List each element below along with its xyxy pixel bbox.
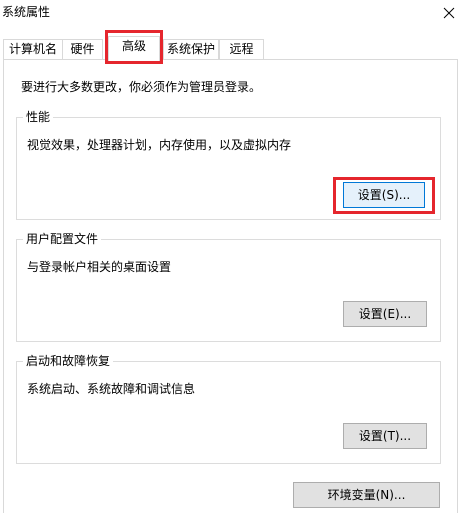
window-title: 系统属性 (2, 5, 51, 19)
environment-variables-button[interactable]: 环境变量(N)... (293, 482, 440, 508)
close-icon (443, 7, 455, 19)
close-button[interactable] (436, 2, 462, 24)
admin-note: 要进行大多数更改，你必须作为管理员登录。 (21, 80, 262, 94)
performance-settings-button[interactable]: 设置(S)... (343, 182, 425, 208)
tab-system-protection[interactable]: 系统保护 (163, 39, 219, 59)
user-profiles-description: 与登录帐户相关的桌面设置 (27, 260, 172, 274)
tab-computer-name[interactable]: 计算机名 (3, 39, 63, 59)
tab-hardware[interactable]: 硬件 (62, 39, 103, 59)
tab-remote[interactable]: 远程 (219, 39, 264, 59)
startup-recovery-settings-button[interactable]: 设置(T)... (343, 423, 427, 449)
title-bar: 系统属性 (0, 0, 470, 28)
startup-recovery-title: 启动和故障恢复 (23, 353, 114, 369)
user-profiles-settings-button[interactable]: 设置(E)... (343, 301, 427, 327)
user-profiles-title: 用户配置文件 (23, 231, 102, 247)
startup-recovery-description: 系统启动、系统故障和调试信息 (27, 382, 196, 396)
tab-advanced[interactable]: 高级 (108, 36, 160, 61)
tab-strip: 计算机名 硬件 高级 系统保护 远程 (0, 36, 470, 61)
performance-title: 性能 (23, 109, 54, 125)
system-properties-window: 系统属性 计算机名 硬件 高级 系统保护 远程 要进行大多数更改，你必须作为管理… (0, 0, 470, 513)
performance-description: 视觉效果，处理器计划，内存使用，以及虚拟内存 (27, 138, 292, 152)
